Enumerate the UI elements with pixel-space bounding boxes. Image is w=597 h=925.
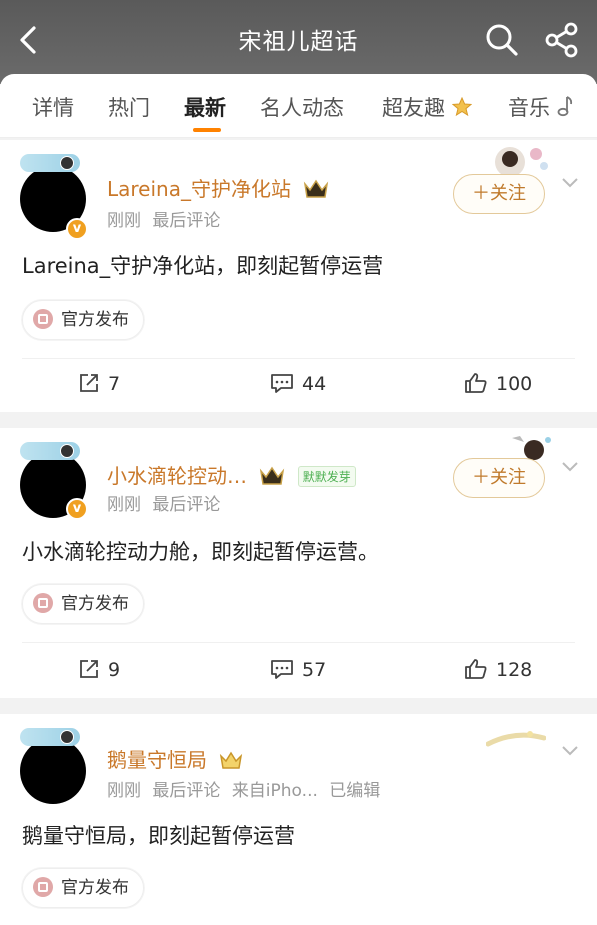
repost-button[interactable]: 9 xyxy=(78,658,120,681)
post-meta: 刚刚 最后评论 xyxy=(107,490,226,515)
post-edited: 已编辑 xyxy=(329,781,381,801)
comment-button[interactable]: 57 xyxy=(270,658,326,681)
like-button[interactable]: 100 xyxy=(464,372,532,395)
tab-music[interactable]: 音乐 xyxy=(508,92,573,122)
thumbs-up-icon xyxy=(465,659,487,679)
avatar-frame-decoration xyxy=(20,442,80,460)
post-last-comment: 最后评论 xyxy=(152,211,221,231)
sprout-badge: 默默发芽 xyxy=(297,466,356,487)
post-last-comment: 最后评论 xyxy=(152,781,221,801)
music-note-icon xyxy=(557,96,572,117)
tab-music-label: 音乐 xyxy=(508,96,550,120)
chevron-down-icon[interactable] xyxy=(560,176,580,190)
username-text: 小水滴轮控动… xyxy=(107,464,247,488)
official-release-tag[interactable]: 官方发布 xyxy=(22,584,144,624)
post-meta: 刚刚 最后评论 来自iPho... 已编辑 xyxy=(107,776,386,801)
official-label: 官方发布 xyxy=(61,310,129,330)
username-text: 鹅量守恒局 xyxy=(107,748,207,772)
verified-badge-icon: v xyxy=(66,218,88,240)
comment-icon xyxy=(271,660,293,679)
like-button[interactable]: 128 xyxy=(464,658,532,681)
profile-decoration-icon xyxy=(486,731,546,747)
official-icon xyxy=(33,593,53,613)
official-icon xyxy=(33,309,53,329)
post-card: v Lareina_守护净化站 刚刚 最后评论 ＋关注 Lareina_守护净化… xyxy=(0,140,597,412)
repost-icon xyxy=(80,374,98,392)
top-bar: 宋祖儿超话 xyxy=(0,0,597,84)
official-release-tag[interactable]: 官方发布 xyxy=(22,868,144,908)
official-release-tag[interactable]: 官方发布 xyxy=(22,300,144,340)
official-icon xyxy=(33,877,53,897)
tab-latest[interactable]: 最新 xyxy=(184,92,226,122)
post-content[interactable]: 鹅量守恒局，即刻起暂停运营 xyxy=(22,820,295,850)
search-icon[interactable] xyxy=(484,22,520,58)
tab-super-fun-label: 超友趣 xyxy=(382,96,445,120)
tab-details[interactable]: 详情 xyxy=(32,92,74,122)
tab-super-fun[interactable]: 超友趣 xyxy=(382,92,472,122)
post-last-comment: 最后评论 xyxy=(152,495,221,515)
crown-icon xyxy=(260,466,285,485)
tab-bar: 详情 热门 最新 名人动态 超友趣 音乐 xyxy=(0,74,597,138)
repost-count: 9 xyxy=(108,659,121,681)
comment-button[interactable]: 44 xyxy=(270,372,326,395)
repost-count: 7 xyxy=(108,373,121,395)
active-tab-indicator xyxy=(193,128,221,132)
post-card: 鹅量守恒局 刚刚 最后评论 来自iPho... 已编辑 鹅量守恒局，即刻起暂停运… xyxy=(0,714,597,925)
username[interactable]: 鹅量守恒局 xyxy=(107,744,243,773)
divider xyxy=(22,358,575,359)
tab-celebrity-news[interactable]: 名人动态 xyxy=(260,92,344,122)
follow-button[interactable]: ＋关注 xyxy=(453,174,545,214)
verified-badge-icon: v xyxy=(66,498,88,520)
chevron-down-icon[interactable] xyxy=(560,460,580,474)
follow-button[interactable]: ＋关注 xyxy=(453,458,545,498)
post-meta: 刚刚 最后评论 xyxy=(107,206,226,231)
chevron-down-icon[interactable] xyxy=(560,744,580,758)
crown-icon xyxy=(220,751,243,769)
comment-count: 44 xyxy=(302,373,327,395)
avatar[interactable] xyxy=(20,738,86,804)
avatar-frame-decoration xyxy=(20,728,80,746)
post-source: 来自iPho... xyxy=(231,781,318,801)
star-icon xyxy=(451,97,472,117)
username[interactable]: Lareina_守护净化站 xyxy=(107,173,329,202)
repost-button[interactable]: 7 xyxy=(78,372,120,395)
avatar-frame-decoration xyxy=(20,154,80,172)
repost-icon xyxy=(80,660,98,678)
comment-icon xyxy=(271,374,293,393)
crown-icon xyxy=(304,179,329,198)
comment-count: 57 xyxy=(302,659,327,681)
like-count: 128 xyxy=(496,659,533,681)
post-card: v 小水滴轮控动… 默默发芽 刚刚 最后评论 ＋关注 小水滴轮控动力舱，即刻起暂… xyxy=(0,428,597,698)
official-label: 官方发布 xyxy=(61,878,129,898)
post-time: 刚刚 xyxy=(107,211,141,231)
official-label: 官方发布 xyxy=(61,594,129,614)
share-icon[interactable] xyxy=(544,22,580,58)
post-content[interactable]: 小水滴轮控动力舱，即刻起暂停运营。 xyxy=(22,536,379,566)
like-count: 100 xyxy=(496,373,533,395)
post-time: 刚刚 xyxy=(107,495,141,515)
tab-hot[interactable]: 热门 xyxy=(108,92,150,122)
post-time: 刚刚 xyxy=(107,781,141,801)
username[interactable]: 小水滴轮控动… 默默发芽 xyxy=(107,460,356,489)
username-text: Lareina_守护净化站 xyxy=(107,177,291,201)
thumbs-up-icon xyxy=(465,373,487,393)
divider xyxy=(22,642,575,643)
post-content[interactable]: Lareina_守护净化站，即刻起暂停运营 xyxy=(22,250,383,280)
